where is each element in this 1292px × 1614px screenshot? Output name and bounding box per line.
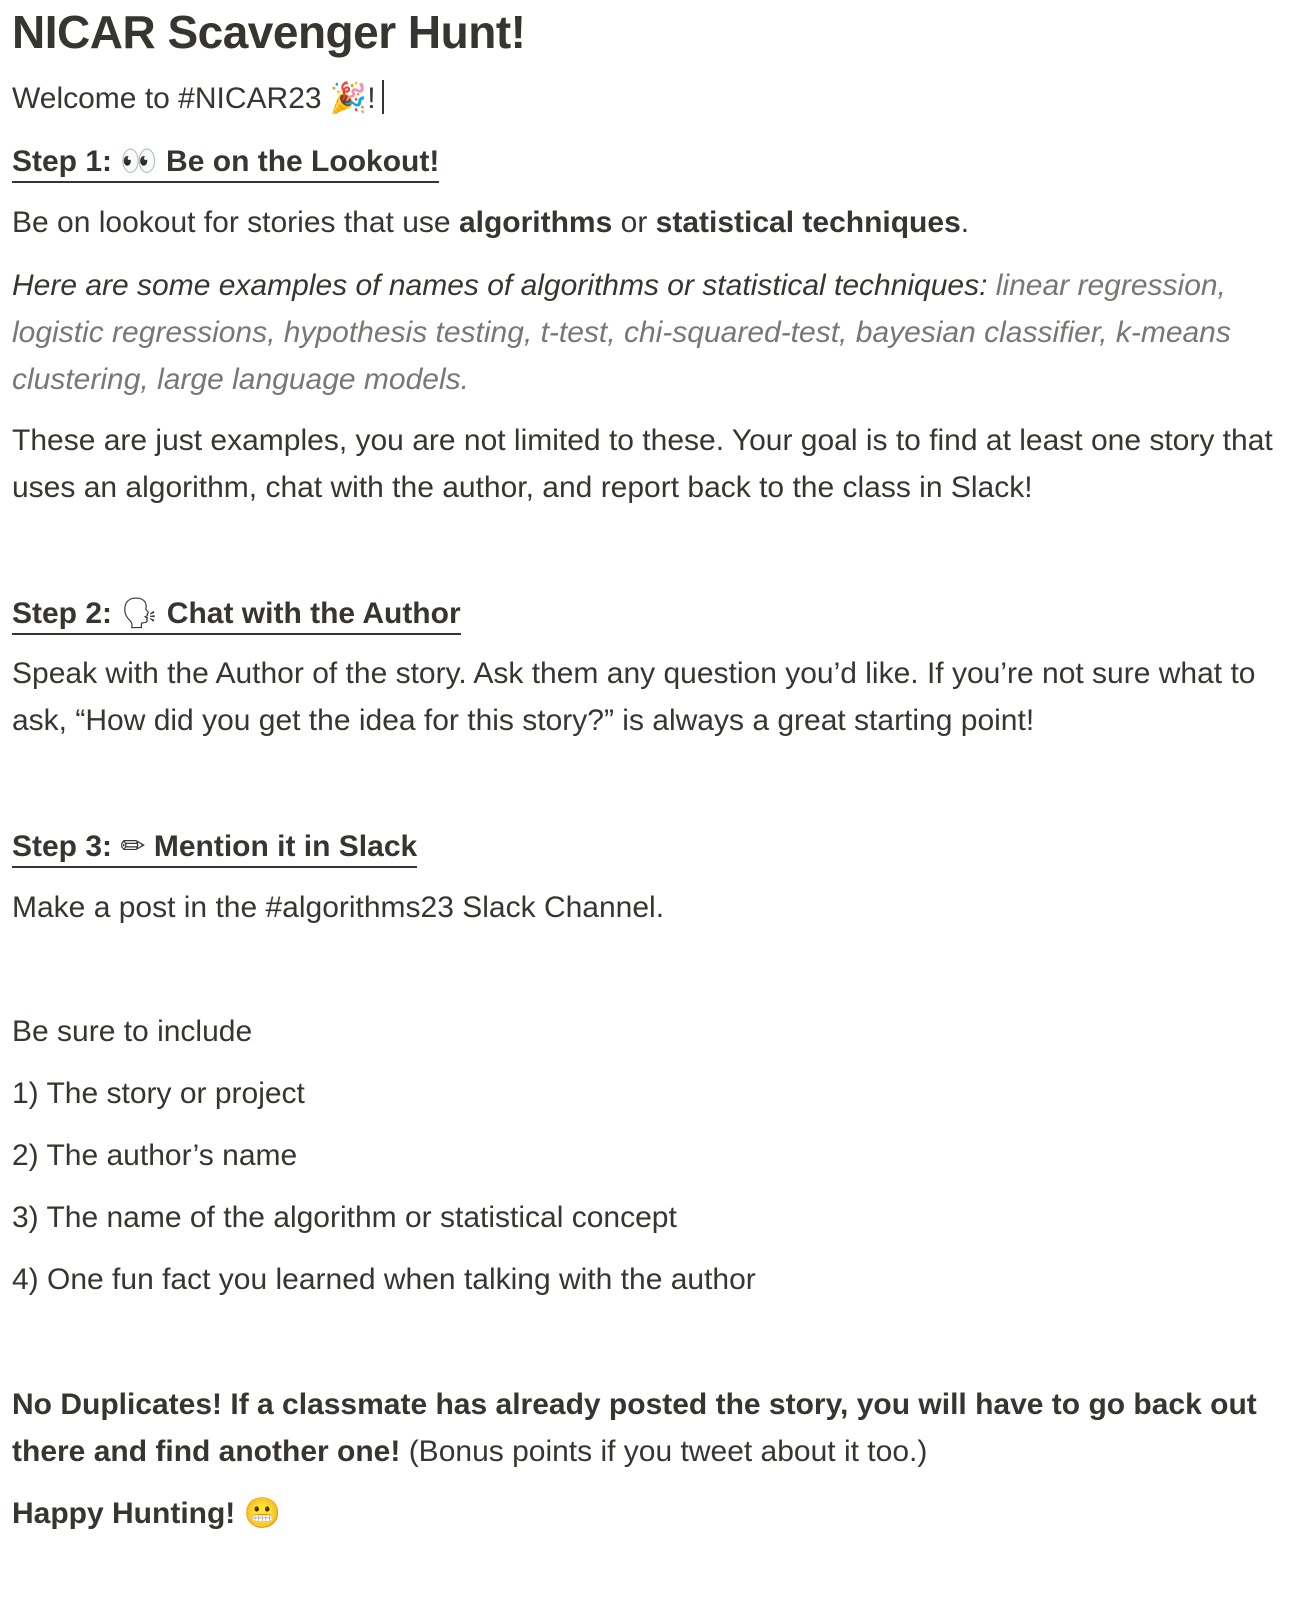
step3-paragraph[interactable]: Make a post in the #algorithms23 Slack C… — [12, 884, 1280, 931]
step2-heading: Step 2: 🗣 Chat with the Author — [12, 596, 461, 635]
step3-label: Step 3: — [12, 830, 121, 863]
document-page: NICAR Scavenger Hunt! Welcome to #NICAR2… — [0, 0, 1292, 1614]
step2-paragraph[interactable]: Speak with the Author of the story. Ask … — [12, 650, 1280, 744]
list-item[interactable]: 2) The author’s name — [12, 1132, 1280, 1179]
step3-heading: Step 3: ✏ Mention it in Slack — [12, 829, 418, 868]
step2-heading-text: Chat with the Author — [158, 597, 461, 630]
grimacing-face-icon: 😬 — [243, 1496, 281, 1531]
text-cursor — [381, 80, 384, 114]
bonus-note: (Bonus points if you tweet about it too.… — [400, 1435, 928, 1468]
step2-heading-block: Step 2: 🗣 Chat with the Author — [12, 590, 1280, 637]
step1-label: Step 1: — [12, 145, 121, 178]
closing-line[interactable]: Happy Hunting! 😬 — [12, 1490, 1280, 1537]
no-duplicates-paragraph[interactable]: No Duplicates! If a classmate has alread… — [12, 1381, 1280, 1475]
step1-text-or: or — [612, 206, 656, 239]
welcome-suffix: ! — [367, 82, 376, 115]
include-intro[interactable]: Be sure to include — [12, 1008, 1280, 1055]
party-popper-icon: 🎉 — [329, 81, 368, 116]
speaking-head-icon: 🗣 — [120, 596, 159, 631]
page-title: NICAR Scavenger Hunt! — [12, 6, 526, 58]
step1-heading-text: Be on the Lookout! — [157, 145, 440, 178]
step1-paragraph[interactable]: Be on lookout for stories that use algor… — [12, 199, 1280, 246]
step1-heading: Step 1: 👀 Be on the Lookout! — [12, 144, 440, 183]
step1-text: Be on lookout for stories that use — [12, 206, 459, 239]
closing-text: Happy Hunting! — [12, 1497, 244, 1530]
examples-paragraph[interactable]: Here are some examples of names of algor… — [12, 262, 1280, 403]
step1-text-period: . — [960, 206, 970, 239]
list-item[interactable]: 3) The name of the algorithm or statisti… — [12, 1194, 1280, 1241]
step3-heading-text: Mention it in Slack — [145, 830, 418, 863]
step3-heading-block: Step 3: ✏ Mention it in Slack — [12, 823, 1280, 870]
algorithms-term: algorithms — [458, 206, 613, 239]
pencil-icon: ✏ — [120, 829, 146, 864]
statistical-techniques-term: statistical techniques — [655, 206, 961, 239]
eyes-icon: 👀 — [120, 144, 158, 179]
welcome-text: Welcome to #NICAR23 — [12, 82, 330, 115]
welcome-line[interactable]: Welcome to #NICAR23 🎉! — [12, 75, 1280, 122]
step1-heading-block: Step 1: 👀 Be on the Lookout! — [12, 138, 1280, 185]
list-item[interactable]: 4) One fun fact you learned when talking… — [12, 1256, 1280, 1303]
examples-intro: Here are some examples of names of algor… — [12, 269, 996, 302]
goal-paragraph[interactable]: These are just examples, you are not lim… — [12, 417, 1280, 511]
step2-label: Step 2: — [12, 597, 121, 630]
list-item[interactable]: 1) The story or project — [12, 1070, 1280, 1117]
